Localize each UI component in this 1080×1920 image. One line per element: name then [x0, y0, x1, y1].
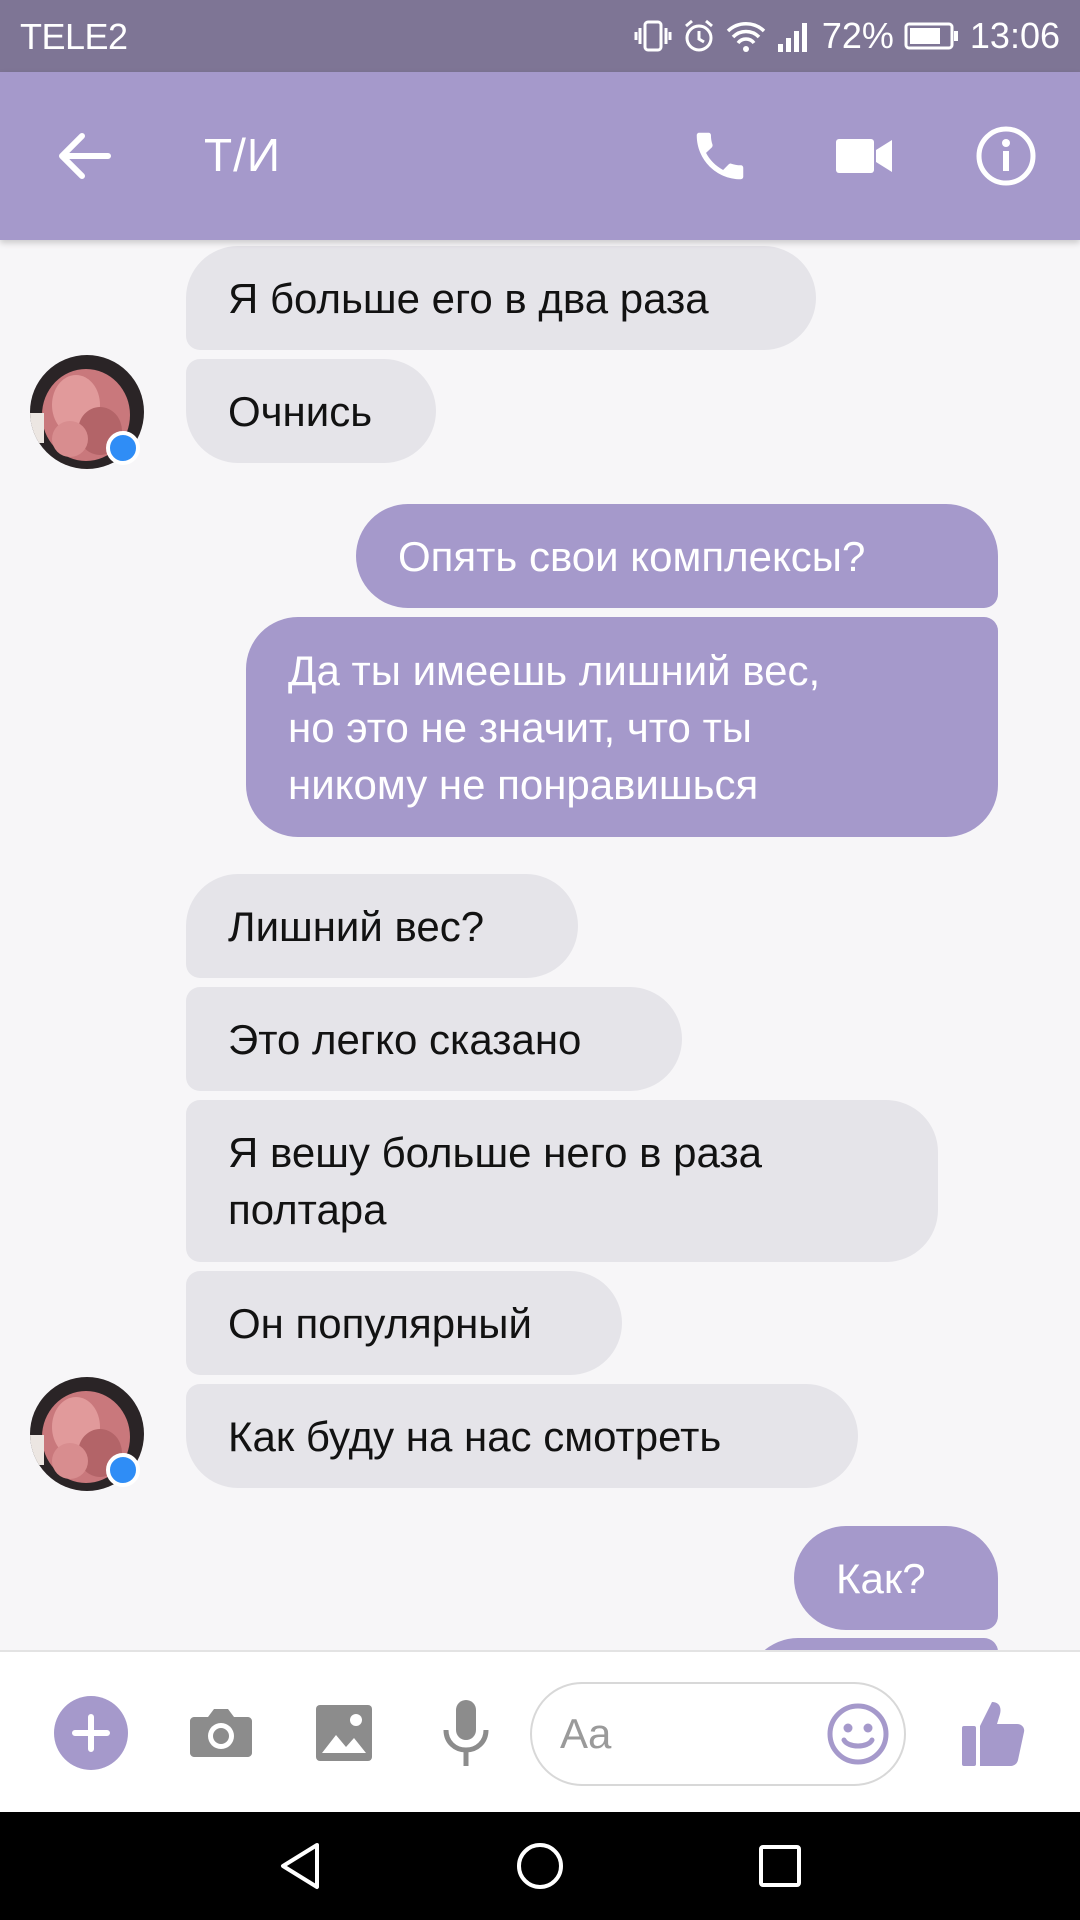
info-button[interactable]	[968, 118, 1044, 194]
square-recents-icon	[759, 1845, 801, 1887]
message-bubble-incoming[interactable]: Очнись	[186, 359, 436, 463]
messenger-badge-icon	[106, 431, 140, 465]
message-text: Да ты имеешь лишний вес, но это не значи…	[288, 646, 821, 808]
clock-time: 13:06	[969, 15, 1060, 56]
message-text: Лишний вес?	[228, 902, 485, 950]
message-bubble-outgoing[interactable]: Да ты имеешь лишний вес, но это не значи…	[246, 617, 998, 837]
message-composer	[0, 1650, 1080, 1812]
triangle-back-icon	[281, 1843, 319, 1889]
messenger-badge-icon	[106, 1453, 140, 1487]
chat-title[interactable]: Т/И	[204, 128, 281, 182]
more-actions-button[interactable]	[54, 1696, 128, 1770]
battery-icon	[904, 21, 960, 51]
chat-header: Т/И	[0, 72, 1080, 240]
status-indicators: 72% 13:06	[634, 12, 1060, 60]
message-text: Очнись	[228, 387, 373, 435]
microphone-icon	[443, 1700, 489, 1766]
call-button[interactable]	[682, 118, 758, 194]
plus-icon	[72, 1714, 110, 1752]
signal-icon	[776, 20, 812, 52]
emoji-icon	[827, 1703, 889, 1765]
message-text: Опять свои комплексы?	[398, 532, 866, 580]
emoji-button[interactable]	[824, 1700, 892, 1768]
thumbs-up-icon	[962, 1702, 1025, 1766]
info-icon	[976, 126, 1036, 186]
message-bubble-incoming[interactable]: Я вешу больше него в раза полтара	[186, 1100, 938, 1262]
like-button[interactable]	[958, 1694, 1028, 1770]
vibrate-icon	[634, 18, 672, 54]
message-text: Как буду на нас смотреть	[228, 1412, 722, 1460]
image-icon	[316, 1705, 372, 1761]
message-bubble-incoming[interactable]: Он популярный	[186, 1271, 622, 1375]
gallery-button[interactable]	[312, 1698, 376, 1768]
camera-button[interactable]	[186, 1698, 256, 1768]
message-text: Как?	[836, 1554, 926, 1602]
video-camera-icon	[836, 139, 892, 173]
system-navigation-bar	[0, 1812, 1080, 1920]
wifi-icon	[726, 19, 766, 53]
camera-icon	[190, 1709, 252, 1757]
phone-icon	[696, 132, 744, 180]
message-bubble-incoming[interactable]: Это легко сказано	[186, 987, 682, 1091]
carrier-name: TELE2	[20, 16, 128, 57]
message-text: Я вешу больше него в раза полтара	[228, 1129, 762, 1233]
message-list[interactable]: Я больше его в два раза Очнись Опять сво…	[0, 240, 1080, 1650]
alarm-icon	[682, 18, 716, 54]
message-bubble-incoming[interactable]: Как буду на нас смотреть	[186, 1384, 858, 1488]
message-text: Я больше его в два раза	[228, 274, 709, 322]
message-text: Это легко сказано	[228, 1015, 582, 1063]
nav-back-button[interactable]	[274, 1840, 326, 1892]
message-bubble-outgoing[interactable]: Как?	[794, 1526, 998, 1630]
circle-home-icon	[517, 1843, 563, 1889]
status-bar: TELE2 72% 13:06	[0, 0, 1080, 72]
video-call-button[interactable]	[826, 118, 902, 194]
message-input[interactable]	[560, 1704, 780, 1764]
back-arrow-icon	[59, 133, 111, 179]
message-bubble-outgoing-partial[interactable]	[746, 1638, 998, 1650]
voice-message-button[interactable]	[436, 1696, 496, 1772]
message-bubble-incoming[interactable]: Я больше его в два раза	[186, 246, 816, 350]
nav-recents-button[interactable]	[754, 1840, 806, 1892]
message-text: Он популярный	[228, 1299, 532, 1347]
battery-percent: 72%	[821, 15, 894, 56]
back-button[interactable]	[52, 124, 116, 188]
message-bubble-incoming[interactable]: Лишний вес?	[186, 874, 578, 978]
message-bubble-outgoing[interactable]: Опять свои комплексы?	[356, 504, 998, 608]
nav-home-button[interactable]	[514, 1840, 566, 1892]
